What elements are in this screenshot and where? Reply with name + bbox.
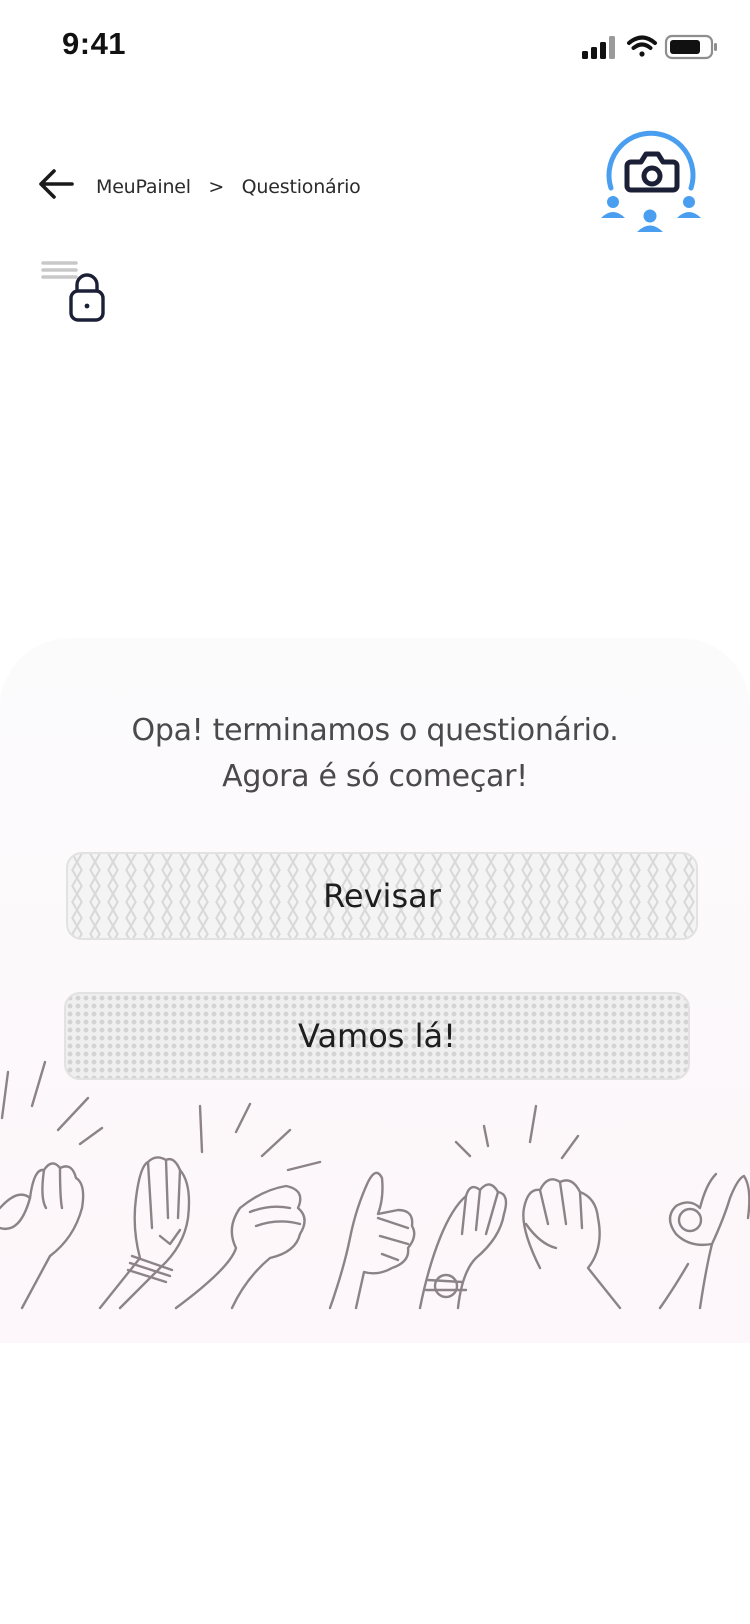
completion-line-1: Opa! terminamos o questionário. — [131, 713, 619, 748]
review-button[interactable]: Revisar — [66, 852, 698, 940]
review-button-label: Revisar — [323, 877, 441, 915]
camera-group-icon — [601, 130, 701, 232]
signal-icon — [582, 36, 615, 59]
camera-group-button[interactable] — [601, 128, 701, 238]
start-button-label: Vamos lá! — [298, 1017, 456, 1055]
battery-icon — [664, 34, 717, 60]
lock-menu-icon — [41, 261, 105, 322]
lock-menu-button[interactable] — [40, 258, 112, 326]
breadcrumb-separator: > — [208, 176, 225, 198]
clapping-hands-illustration — [0, 1060, 750, 1310]
arrow-left-icon — [39, 169, 74, 199]
back-button[interactable] — [36, 164, 76, 204]
completion-message: Opa! terminamos o questionário. Agora é … — [0, 708, 750, 800]
completion-panel: Opa! terminamos o questionário. Agora é … — [0, 638, 750, 1343]
completion-line-2: Agora é só começar! — [222, 759, 528, 794]
status-bar: 9:41 — [0, 0, 750, 90]
breadcrumb-current: Questionário — [241, 176, 361, 198]
breadcrumb: MeuPainel > Questionário — [96, 176, 361, 198]
status-time: 9:41 — [62, 26, 127, 61]
status-icons — [582, 33, 722, 61]
breadcrumb-home[interactable]: MeuPainel — [96, 176, 191, 198]
wifi-icon — [627, 35, 657, 57]
